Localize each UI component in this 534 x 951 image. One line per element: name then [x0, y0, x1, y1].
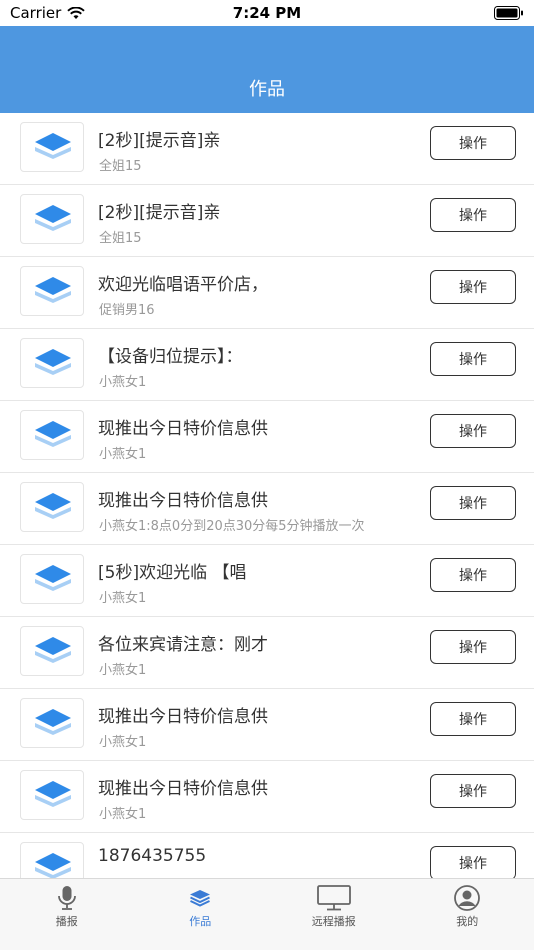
layers-icon: [31, 633, 75, 669]
work-thumbnail: [20, 266, 84, 316]
tab-works[interactable]: 作品: [134, 879, 268, 951]
tab-mine[interactable]: 我的: [401, 879, 534, 951]
list-item[interactable]: [2秒][提示音]亲全姐15 操作: [0, 113, 534, 185]
work-thumbnail: [20, 626, 84, 676]
operate-button[interactable]: 操作: [430, 774, 516, 808]
work-thumbnail: [20, 338, 84, 388]
work-thumbnail: [20, 122, 84, 172]
work-subtitle: 小燕女1: [99, 587, 146, 606]
list-item[interactable]: 现推出今日特价信息供小燕女1 操作: [0, 689, 534, 761]
monitor-icon: [317, 885, 351, 911]
work-subtitle: 小燕女1: [99, 371, 146, 390]
work-subtitle: 小燕女1:8点0分到20点30分每5分钟播放一次: [99, 515, 365, 534]
layers-icon: [31, 201, 75, 237]
list-item[interactable]: [5秒]欢迎光临 【唱小燕女1 操作: [0, 545, 534, 617]
layers-icon: [31, 849, 75, 878]
work-thumbnail: [20, 698, 84, 748]
layers-icon: [31, 489, 75, 525]
navigation-bar: 作品: [0, 26, 534, 113]
work-thumbnail: [20, 842, 84, 878]
user-icon: [453, 885, 481, 911]
work-title: 欢迎光临唱语平价店，: [98, 270, 268, 295]
operate-button[interactable]: 操作: [430, 630, 516, 664]
page-title: 作品: [0, 75, 534, 101]
work-thumbnail: [20, 410, 84, 460]
work-subtitle: 全姐15: [99, 227, 142, 246]
layers-icon: [31, 417, 75, 453]
operate-button[interactable]: 操作: [430, 126, 516, 160]
works-list[interactable]: [2秒][提示音]亲全姐15操作[2秒][提示音]亲全姐15操作欢迎光临唱语平价…: [0, 113, 534, 878]
microphone-icon: [56, 885, 78, 911]
operate-button[interactable]: 操作: [430, 414, 516, 448]
layers-icon: [31, 129, 75, 165]
layers-icon: [31, 777, 75, 813]
work-thumbnail: [20, 770, 84, 820]
work-subtitle: 小燕女1: [99, 659, 146, 678]
operate-button[interactable]: 操作: [430, 342, 516, 376]
status-time: 7:24 PM: [0, 4, 534, 22]
layers-icon: [31, 705, 75, 741]
status-bar: Carrier 7:24 PM: [0, 0, 534, 26]
list-item[interactable]: 欢迎光临唱语平价店， 促销男16 操作: [0, 257, 534, 329]
work-title: 1876435755: [98, 846, 206, 866]
work-title: 现推出今日特价信息供: [98, 486, 268, 511]
operate-button[interactable]: 操作: [430, 846, 516, 878]
work-thumbnail: [20, 554, 84, 604]
layers-icon: [188, 885, 212, 909]
layers-icon: [31, 561, 75, 597]
work-thumbnail: [20, 194, 84, 244]
work-title: 现推出今日特价信息供: [98, 702, 268, 727]
work-title: 现推出今日特价信息供: [98, 774, 268, 799]
operate-button[interactable]: 操作: [430, 558, 516, 592]
list-item[interactable]: 各位来宾请注意：刚才小燕女1 操作: [0, 617, 534, 689]
list-item[interactable]: 现推出今日特价信息供小燕女1 操作: [0, 401, 534, 473]
list-item[interactable]: 现推出今日特价信息供小燕女1:8点0分到20点30分每5分钟播放一次 操作: [0, 473, 534, 545]
operate-button[interactable]: 操作: [430, 702, 516, 736]
layers-icon: [31, 273, 75, 309]
work-subtitle: 小燕女1: [99, 731, 146, 750]
tab-bar: 播报 作品 远程播报 我的: [0, 878, 534, 950]
list-item[interactable]: 1876435755 操作: [0, 833, 534, 878]
work-title: [2秒][提示音]亲: [98, 198, 220, 223]
work-title: 现推出今日特价信息供: [98, 414, 268, 439]
operate-button[interactable]: 操作: [430, 486, 516, 520]
tab-label: 远程播报: [267, 913, 401, 929]
tab-label: 作品: [134, 913, 268, 929]
operate-button[interactable]: 操作: [430, 198, 516, 232]
work-thumbnail: [20, 482, 84, 532]
work-title: [2秒][提示音]亲: [98, 126, 220, 151]
tab-broadcast[interactable]: 播报: [0, 879, 134, 951]
tab-label: 播报: [0, 913, 134, 929]
work-subtitle: 小燕女1: [99, 803, 146, 822]
operate-button[interactable]: 操作: [430, 270, 516, 304]
list-item[interactable]: 现推出今日特价信息供小燕女1 操作: [0, 761, 534, 833]
work-subtitle: 全姐15: [99, 155, 142, 174]
work-title: 【设备归位提示】：: [98, 342, 243, 367]
work-subtitle: 小燕女1: [99, 443, 146, 462]
list-item[interactable]: [2秒][提示音]亲全姐15 操作: [0, 185, 534, 257]
layers-icon: [31, 345, 75, 381]
battery-icon: [494, 6, 524, 20]
work-title: [5秒]欢迎光临 【唱: [98, 558, 246, 583]
tab-remote-broadcast[interactable]: 远程播报: [267, 879, 401, 951]
work-title: 各位来宾请注意：刚才: [98, 630, 268, 655]
work-subtitle: 促销男16: [99, 299, 155, 318]
tab-label: 我的: [401, 913, 534, 929]
list-item[interactable]: 【设备归位提示】： 小燕女1 操作: [0, 329, 534, 401]
